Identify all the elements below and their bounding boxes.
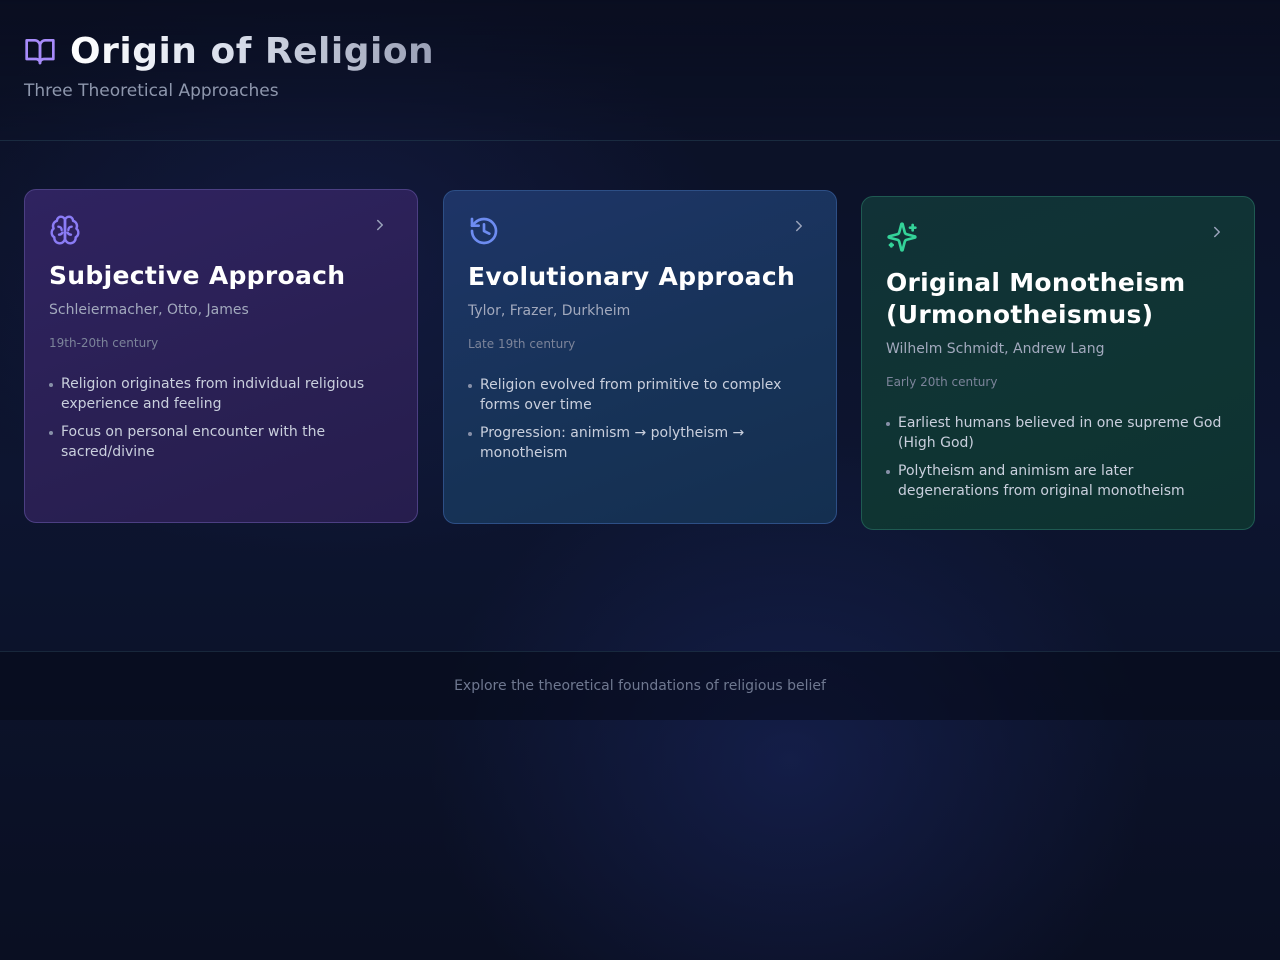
point-text: Religion originates from individual reli…: [61, 376, 365, 412]
bullet-dot: [886, 470, 890, 474]
history-icon: [468, 215, 500, 247]
list-item: Focus on personal encounter with the sac…: [49, 422, 393, 462]
bullet-dot: [49, 383, 53, 387]
list-item: Progression: animism → polytheism → mono…: [468, 423, 812, 463]
sparkles-icon: [886, 221, 918, 253]
card-title: Subjective Approach: [49, 261, 346, 290]
bullet-dot: [886, 422, 890, 426]
card-title: Original Monotheism (Urmonotheismus): [886, 268, 1186, 329]
point-text: Earliest humans believed in one supreme …: [898, 415, 1222, 451]
page-title: Origin of Religion: [70, 30, 435, 72]
card-evolutionary-approach[interactable]: Evolutionary Approach Tylor, Frazer, Dur…: [443, 190, 837, 524]
page-header: Origin of Religion Three Theoretical App…: [0, 0, 1280, 141]
bullet-dot: [468, 432, 472, 436]
app-root: Origin of Religion Three Theoretical App…: [0, 0, 1280, 960]
point-text: Focus on personal encounter with the sac…: [61, 424, 326, 460]
footer-text: Explore the theoretical foundations of r…: [454, 678, 826, 694]
card-authors: Wilhelm Schmidt, Andrew Lang: [886, 341, 1105, 357]
list-item: Polytheism and animism are later degener…: [886, 461, 1230, 501]
card-points: Religion originates from individual reli…: [49, 374, 393, 462]
list-item: Earliest humans believed in one supreme …: [886, 413, 1230, 453]
list-item: Religion originates from individual reli…: [49, 374, 393, 414]
page-subtitle: Three Theoretical Approaches: [24, 81, 279, 101]
card-authors: Schleiermacher, Otto, James: [49, 302, 249, 318]
point-text: Polytheism and animism are later degener…: [898, 463, 1185, 499]
page-footer: Explore the theoretical foundations of r…: [0, 651, 1280, 720]
card-points: Religion evolved from primitive to compl…: [468, 375, 812, 463]
point-text: Religion evolved from primitive to compl…: [480, 377, 782, 413]
chevron-right-icon[interactable]: [790, 217, 808, 235]
chevron-right-icon[interactable]: [1208, 223, 1226, 241]
card-title: Evolutionary Approach: [468, 262, 796, 291]
card-points: Earliest humans believed in one supreme …: [886, 413, 1230, 501]
card-authors: Tylor, Frazer, Durkheim: [468, 303, 631, 319]
bullet-dot: [468, 384, 472, 388]
brain-icon: [49, 214, 81, 246]
card-original-monotheism[interactable]: Original Monotheism (Urmonotheismus) Wil…: [861, 196, 1255, 530]
card-era: 19th-20th century: [49, 336, 159, 350]
list-item: Religion evolved from primitive to compl…: [468, 375, 812, 415]
title-row: Origin of Religion: [24, 30, 1256, 72]
card-era: Late 19th century: [468, 337, 576, 351]
card-era: Early 20th century: [886, 375, 998, 389]
book-open-icon: [24, 35, 56, 67]
chevron-right-icon[interactable]: [371, 216, 389, 234]
bullet-dot: [49, 431, 53, 435]
point-text: Progression: animism → polytheism → mono…: [480, 425, 745, 461]
card-subjective-approach[interactable]: Subjective Approach Schleiermacher, Otto…: [24, 189, 418, 523]
